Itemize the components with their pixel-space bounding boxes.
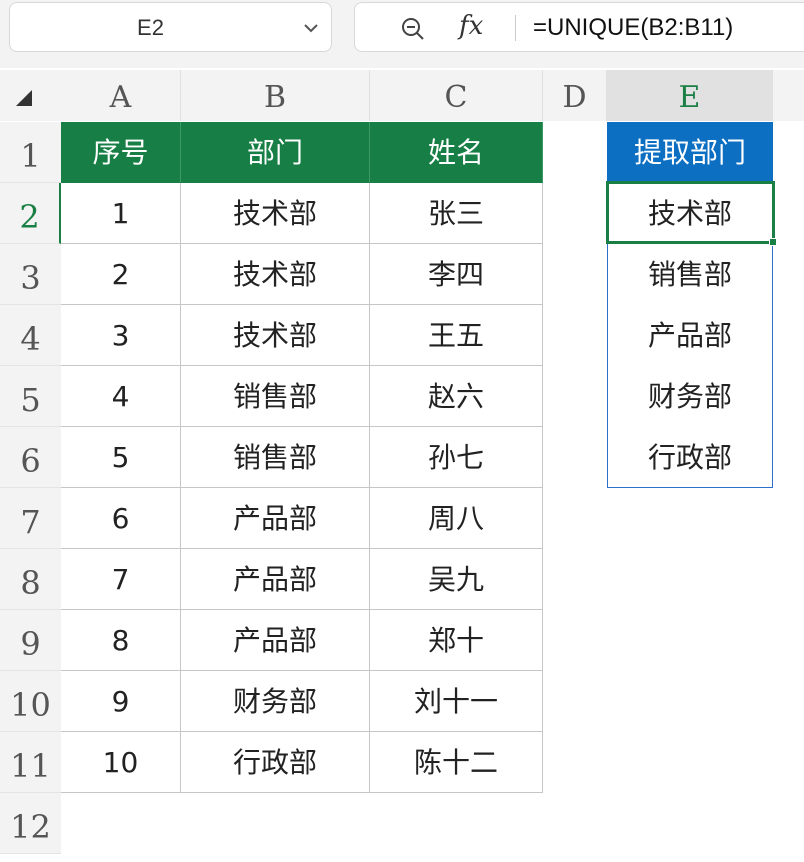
table-cell[interactable]: 技术部: [181, 305, 370, 366]
table-cell[interactable]: 周八: [370, 488, 543, 549]
row-header-11[interactable]: 11: [0, 732, 61, 793]
row-header-1[interactable]: 1: [0, 122, 61, 183]
table-cell[interactable]: 张三: [370, 183, 543, 244]
table-cell[interactable]: 刘十一: [370, 671, 543, 732]
formula-input[interactable]: =UNIQUE(B2:B11): [533, 3, 733, 53]
extract-cell[interactable]: 财务部: [607, 366, 773, 427]
table-header-cell[interactable]: 部门: [181, 122, 370, 183]
table-cell[interactable]: 销售部: [181, 427, 370, 488]
name-box[interactable]: E2: [9, 2, 332, 52]
row-header-10[interactable]: 10: [0, 671, 61, 732]
table-cell[interactable]: 行政部: [181, 732, 370, 793]
select-all-icon: [16, 90, 32, 106]
table-header-cell[interactable]: 姓名: [370, 122, 543, 183]
extract-cell[interactable]: 销售部: [607, 244, 773, 305]
extract-header-cell[interactable]: 提取部门: [607, 122, 773, 183]
table-cell[interactable]: 技术部: [181, 244, 370, 305]
table-cell[interactable]: 郑十: [370, 610, 543, 671]
table-cell[interactable]: 10: [61, 732, 181, 793]
table-cell[interactable]: 吴九: [370, 549, 543, 610]
table-cell[interactable]: 王五: [370, 305, 543, 366]
row-header-12[interactable]: 12: [0, 793, 61, 854]
table-cell[interactable]: 赵六: [370, 366, 543, 427]
table-cell[interactable]: 财务部: [181, 671, 370, 732]
table-cell[interactable]: 1: [61, 183, 181, 244]
table-cell[interactable]: 孙七: [370, 427, 543, 488]
table-cell[interactable]: 2: [61, 244, 181, 305]
row-header-4[interactable]: 4: [0, 305, 61, 366]
column-header-c[interactable]: C: [370, 70, 543, 121]
table-cell[interactable]: 产品部: [181, 488, 370, 549]
active-cell-selection[interactable]: [606, 181, 777, 246]
table-header-cell[interactable]: 序号: [61, 122, 181, 183]
table-cell[interactable]: 李四: [370, 244, 543, 305]
table-cell[interactable]: 7: [61, 549, 181, 610]
row-header-5[interactable]: 5: [0, 366, 61, 427]
table-cell[interactable]: 产品部: [181, 610, 370, 671]
table-cell[interactable]: 销售部: [181, 366, 370, 427]
table-cell[interactable]: 3: [61, 305, 181, 366]
fill-handle[interactable]: [769, 238, 777, 246]
name-box-value[interactable]: E2: [10, 3, 291, 53]
table-cell[interactable]: 技术部: [181, 183, 370, 244]
zoom-icon[interactable]: [399, 15, 427, 43]
row-header-8[interactable]: 8: [0, 549, 61, 610]
table-cell[interactable]: 9: [61, 671, 181, 732]
row-header-2[interactable]: 2: [0, 183, 61, 244]
column-header-e[interactable]: E: [607, 70, 773, 121]
formula-divider: [515, 15, 516, 41]
row-header-3[interactable]: 3: [0, 244, 61, 305]
row-header-9[interactable]: 9: [0, 610, 61, 671]
table-cell[interactable]: 8: [61, 610, 181, 671]
table-cell[interactable]: 产品部: [181, 549, 370, 610]
table-cell[interactable]: 6: [61, 488, 181, 549]
column-header-d[interactable]: D: [543, 70, 607, 121]
extract-cell[interactable]: 行政部: [607, 427, 773, 488]
chevron-down-icon[interactable]: [301, 18, 321, 38]
table-cell[interactable]: 4: [61, 366, 181, 427]
column-header-a[interactable]: A: [61, 70, 181, 121]
formula-bar: fx =UNIQUE(B2:B11): [354, 2, 804, 52]
column-header-f[interactable]: [773, 70, 804, 121]
formula-toolbar: E2 fx =UNIQUE(B2:B11): [0, 0, 804, 68]
table-cell[interactable]: 陈十二: [370, 732, 543, 793]
row-header-6[interactable]: 6: [0, 427, 61, 488]
column-header-b[interactable]: B: [181, 70, 370, 121]
table-cell[interactable]: 5: [61, 427, 181, 488]
row-header-7[interactable]: 7: [0, 488, 61, 549]
extract-cell[interactable]: 产品部: [607, 305, 773, 366]
select-all-corner[interactable]: [0, 70, 61, 121]
fx-icon[interactable]: fx: [459, 11, 483, 41]
